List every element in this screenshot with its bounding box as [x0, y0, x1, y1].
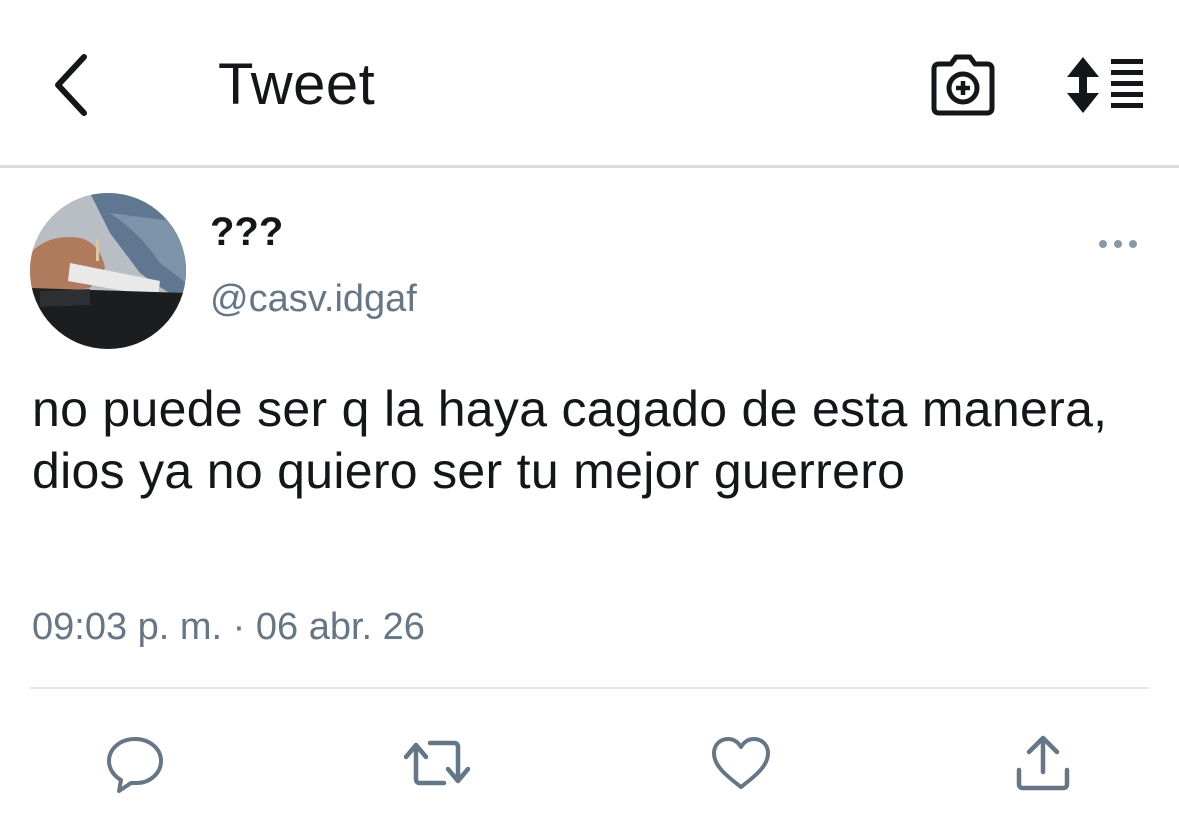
share-icon: [1016, 735, 1070, 791]
like-button[interactable]: [708, 730, 774, 796]
tweet-detail-screen: Tweet ??? @casv.idgaf no puede ser q la …: [0, 0, 1179, 816]
header-bar: Tweet: [0, 0, 1179, 168]
heart-icon: [712, 737, 770, 789]
reply-icon: [107, 737, 163, 793]
avatar[interactable]: [30, 193, 186, 349]
retweet-button[interactable]: [404, 730, 470, 796]
sort-list-icon: [1067, 57, 1143, 113]
user-handle[interactable]: @casv.idgaf: [210, 276, 417, 322]
chevron-left-icon: [55, 54, 87, 116]
page-title: Tweet: [218, 52, 376, 117]
camera-button[interactable]: [928, 52, 998, 118]
divider: [30, 687, 1149, 689]
share-button[interactable]: [1010, 730, 1076, 796]
sort-button[interactable]: [1064, 52, 1150, 118]
avatar-photo: [30, 193, 186, 349]
reply-button[interactable]: [102, 730, 168, 796]
tweet-text: no puede ser q la haya cagado de esta ma…: [32, 381, 1108, 499]
back-button[interactable]: [40, 50, 100, 120]
display-name[interactable]: ???: [210, 208, 283, 256]
more-options-button[interactable]: [1090, 226, 1146, 262]
more-dots-icon: [1099, 240, 1137, 248]
tweet-timestamp: 09:03 p. m. · 06 abr. 26: [32, 606, 425, 648]
camera-plus-icon: [931, 54, 995, 116]
retweet-icon: [404, 740, 470, 786]
